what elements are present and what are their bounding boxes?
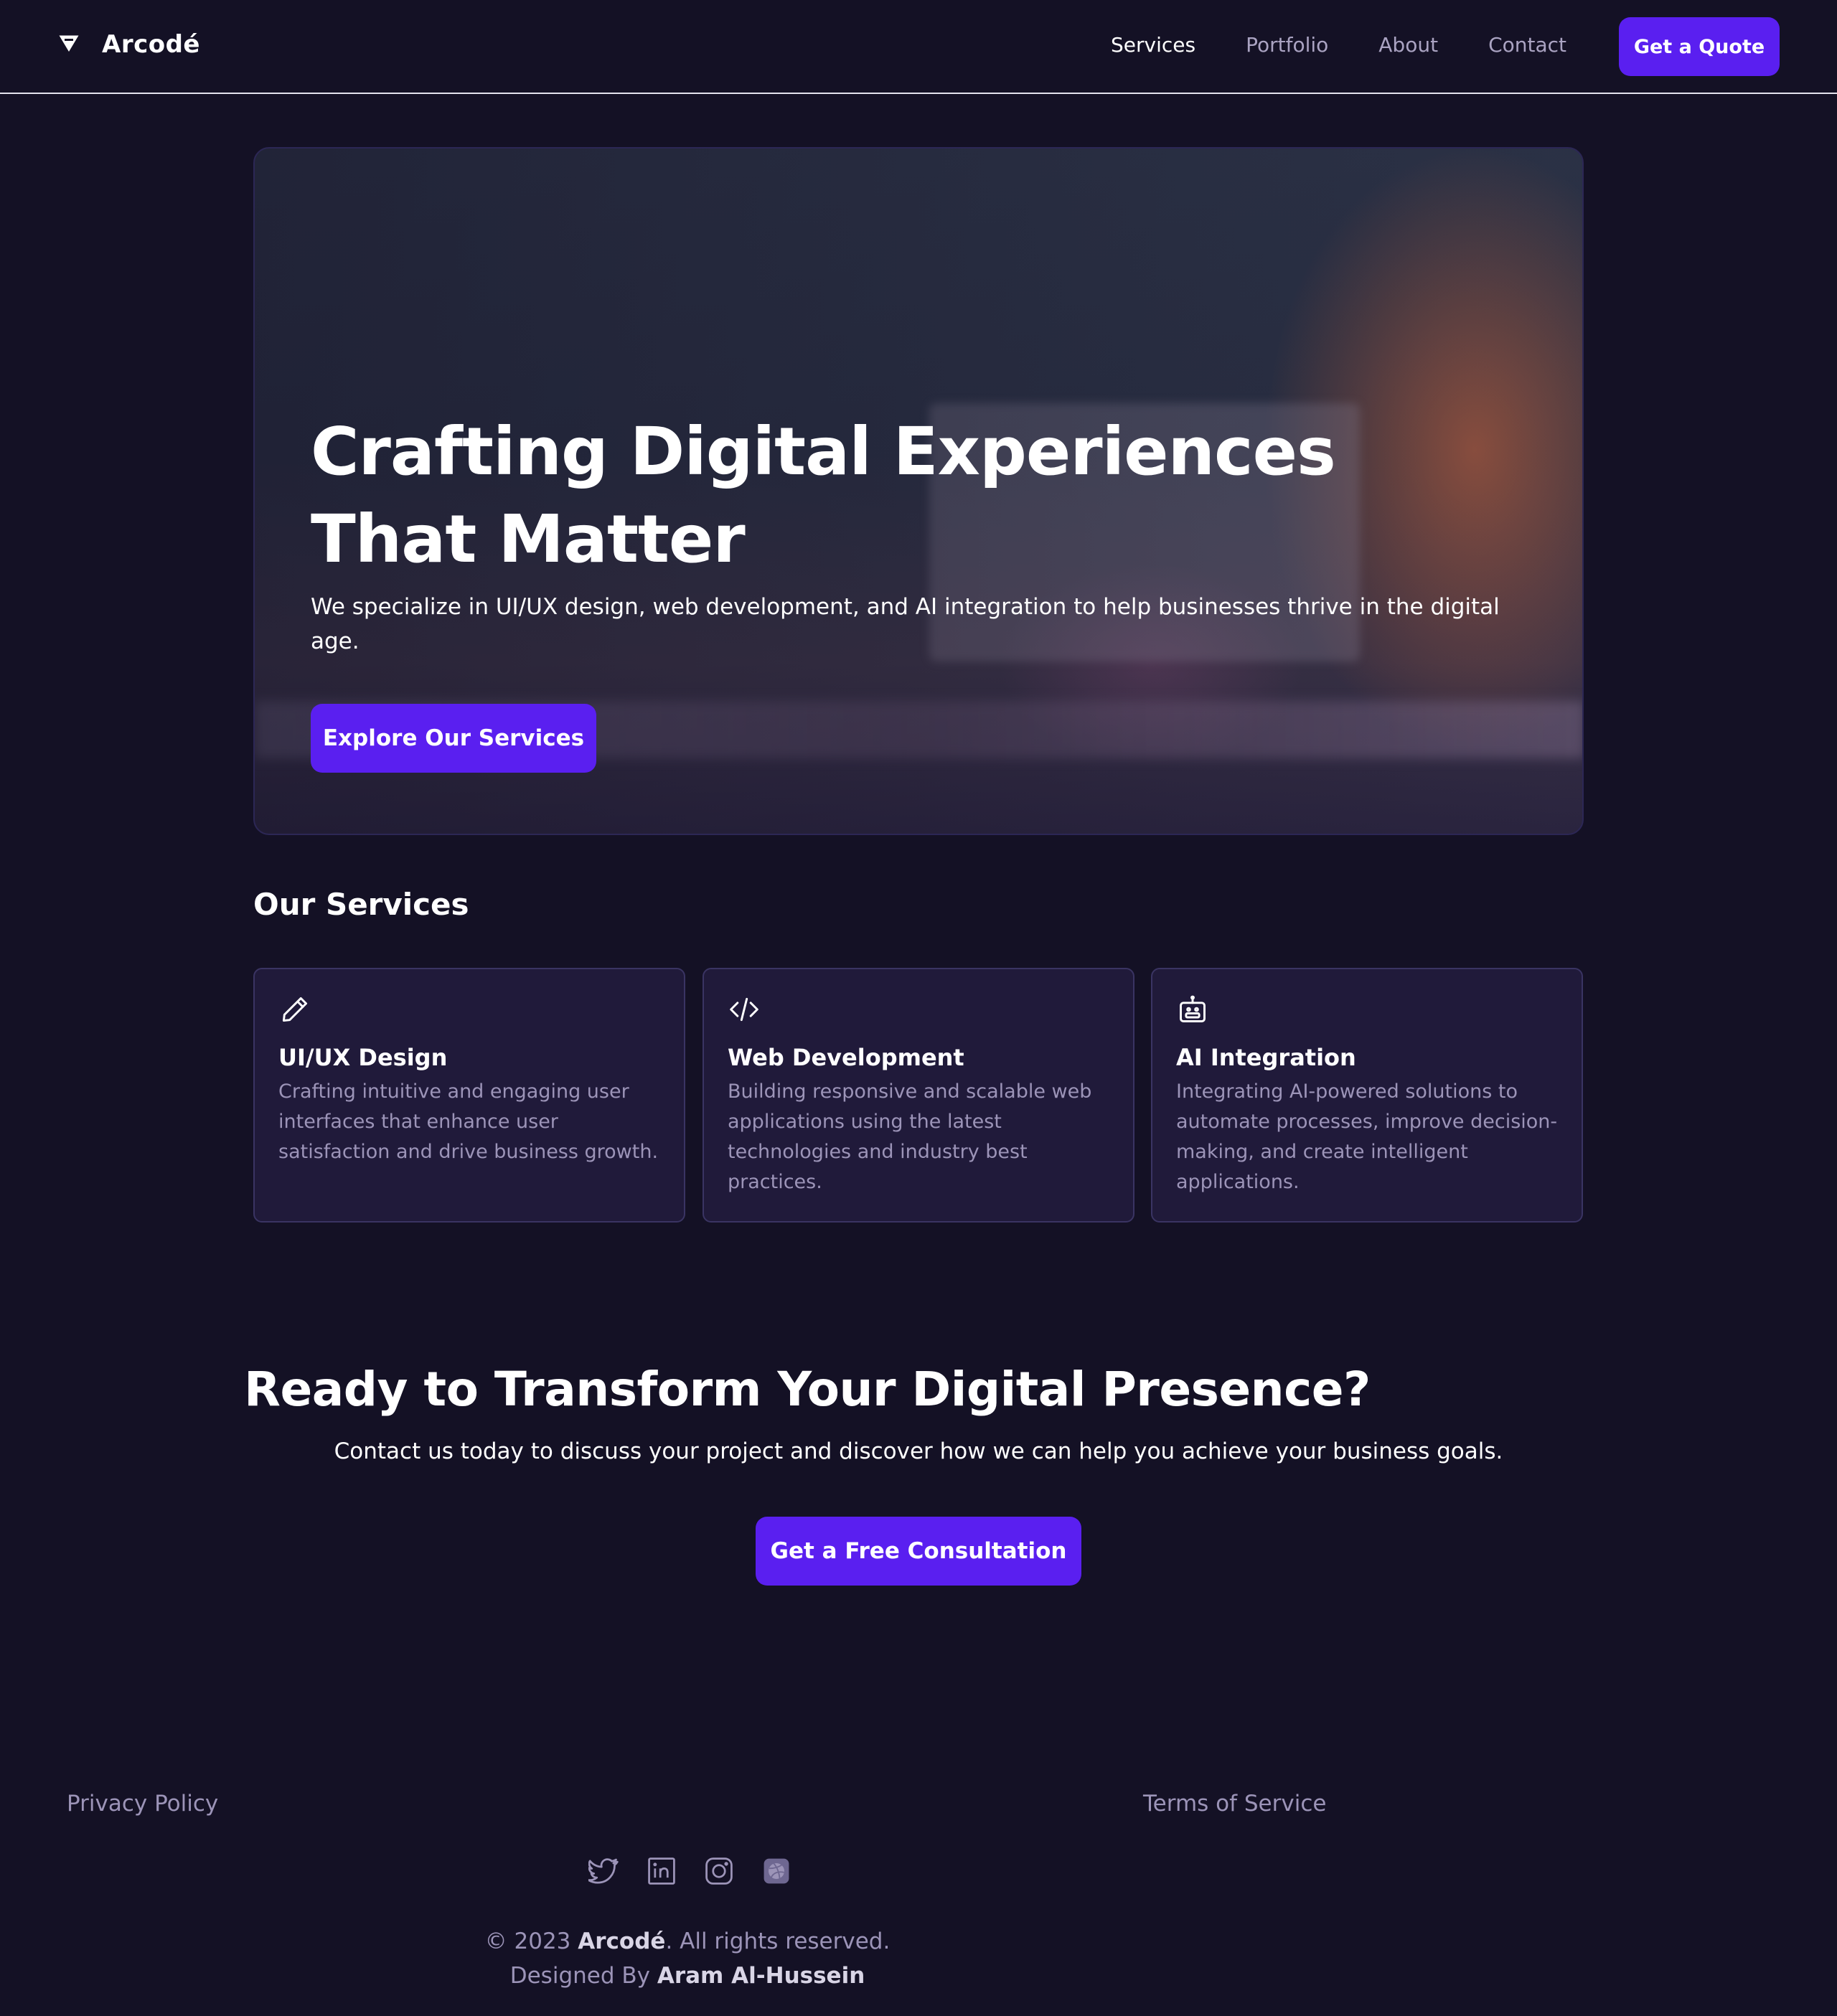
- main-nav: Services Portfolio About Contact: [1111, 33, 1617, 57]
- twitter-icon[interactable]: [587, 1855, 620, 1887]
- service-card-web[interactable]: Web Development Building responsive and …: [703, 968, 1134, 1223]
- cta-title: Ready to Transform Your Digital Presence…: [0, 1362, 1837, 1417]
- designed-by: Designed By Aram Al-Hussein: [0, 1963, 1375, 1989]
- service-card-uiux[interactable]: UI/UX Design Crafting intuitive and enga…: [253, 968, 685, 1223]
- cta-subtitle: Contact us today to discuss your project…: [334, 1438, 1503, 1464]
- hero-title: Crafting Digital Experiences That Matter: [311, 413, 1336, 578]
- service-card-title: UI/UX Design: [278, 1044, 448, 1071]
- service-card-title: AI Integration: [1176, 1044, 1356, 1071]
- social-links: [587, 1855, 818, 1887]
- free-consultation-button[interactable]: Get a Free Consultation: [756, 1517, 1081, 1586]
- hero-subtitle: We specialize in UI/UX design, web devel…: [311, 594, 1500, 654]
- nav-services[interactable]: Services: [1111, 33, 1195, 57]
- service-card-description: Integrating AI-powered solutions to auto…: [1176, 1080, 1558, 1193]
- logo-icon: [56, 30, 82, 59]
- robot-icon: [1177, 994, 1208, 1025]
- linkedin-icon[interactable]: [646, 1855, 677, 1887]
- pencil-icon: [279, 994, 311, 1025]
- copyright-suffix: . All rights reserved.: [665, 1928, 891, 1954]
- instagram-icon[interactable]: [703, 1855, 735, 1887]
- service-card-description: Building responsive and scalable web app…: [728, 1080, 1092, 1193]
- header: Arcodé Services Portfolio About Contact …: [0, 0, 1837, 94]
- nav-portfolio[interactable]: Portfolio: [1246, 33, 1328, 57]
- copyright-brand: Arcodé: [578, 1928, 666, 1954]
- designer-name[interactable]: Aram Al-Hussein: [657, 1963, 865, 1989]
- designed-prefix: Designed By: [509, 1963, 650, 1989]
- hero-banner: Crafting Digital Experiences That Matter…: [253, 147, 1584, 835]
- nav-about[interactable]: About: [1378, 33, 1438, 57]
- terms-of-service-link[interactable]: Terms of Service: [1143, 1791, 1326, 1817]
- code-icon: [728, 994, 760, 1025]
- service-card-title: Web Development: [728, 1044, 964, 1071]
- get-quote-button[interactable]: Get a Quote: [1619, 17, 1780, 76]
- nav-contact[interactable]: Contact: [1488, 33, 1566, 57]
- dribbble-icon[interactable]: [761, 1855, 792, 1887]
- logo[interactable]: Arcodé: [56, 30, 200, 59]
- services-title: Our Services: [253, 887, 469, 922]
- copyright: © 2023 Arcodé. All rights reserved.: [0, 1928, 1375, 1954]
- service-card-description: Crafting intuitive and engaging user int…: [278, 1080, 659, 1163]
- service-card-ai[interactable]: AI Integration Integrating AI-powered so…: [1151, 968, 1583, 1223]
- copyright-prefix: © 2023: [484, 1928, 571, 1954]
- explore-services-button[interactable]: Explore Our Services: [311, 704, 596, 773]
- brand-name: Arcodé: [102, 30, 200, 59]
- page: Arcodé Services Portfolio About Contact …: [0, 0, 1837, 2016]
- cta-title-text: Ready to Transform Your Digital Presence…: [244, 1362, 1371, 1417]
- privacy-policy-link[interactable]: Privacy Policy: [67, 1791, 218, 1817]
